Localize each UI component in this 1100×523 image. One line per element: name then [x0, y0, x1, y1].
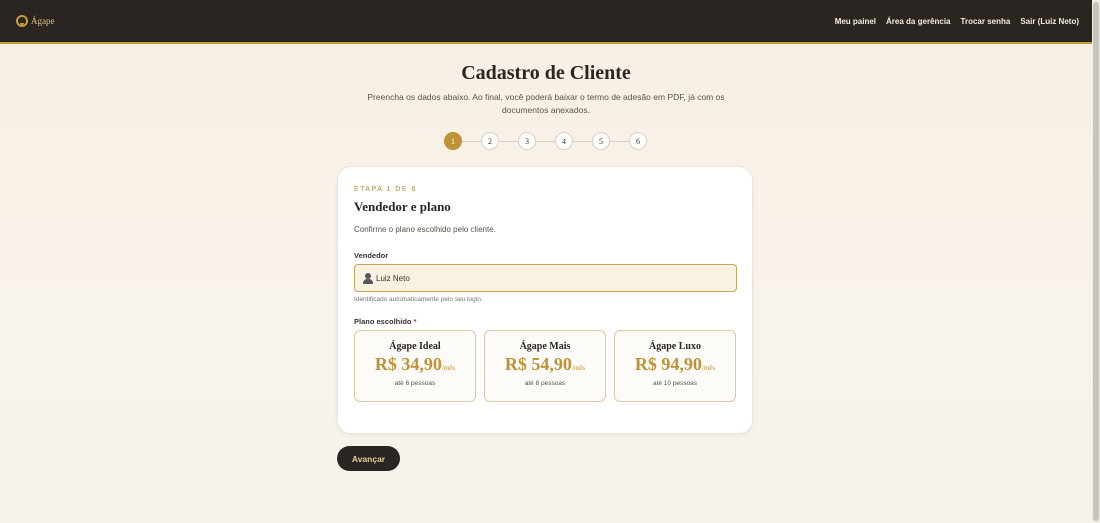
plan-card-ideal[interactable]: Ágape Ideal R$ 34,90/mês até 6 pessoas [354, 330, 476, 402]
progress-stepper: 1 2 3 4 5 6 [444, 132, 647, 150]
plan-capacity: até 6 pessoas [394, 380, 436, 387]
nav-link-sair[interactable]: Sair (Luiz Neto) [1020, 17, 1079, 26]
top-nav: Meu painel Área da gerência Trocar senha… [835, 17, 1079, 26]
nav-link-area-gerencia[interactable]: Área da gerência [886, 17, 950, 26]
step-connector [536, 140, 555, 142]
form-card: ETAPA 1 DE 6 Vendedor e plano Confirme o… [337, 166, 753, 434]
step-connector [610, 140, 629, 142]
page-title: Cadastro de Cliente [461, 62, 631, 84]
nav-link-trocar-senha[interactable]: Trocar senha [961, 17, 1011, 26]
page-scrollbar[interactable] [1092, 0, 1100, 523]
step-3: 3 [518, 132, 536, 150]
step-connector [573, 140, 592, 142]
card-title: Vendedor e plano [354, 199, 451, 214]
plan-name: Ágape Ideal [389, 341, 441, 352]
card-description: Confirme o plano escolhido pelo cliente. [354, 225, 496, 234]
seller-hint: Identificado automaticamente pelo seu lo… [354, 296, 483, 303]
required-mark: * [413, 317, 417, 326]
plan-price: R$ 34,90/mês [374, 354, 456, 374]
plan-capacity: até 8 pessoas [524, 380, 566, 387]
brand-logo-text: Ágape [31, 16, 55, 26]
seller-field[interactable]: Luiz Neto [354, 264, 737, 292]
nav-link-meu-painel[interactable]: Meu painel [835, 17, 876, 26]
plan-card-mais[interactable]: Ágape Mais R$ 54,90/mês até 8 pessoas [484, 330, 606, 402]
step-4: 4 [555, 132, 573, 150]
plan-price: R$ 54,90/mês [504, 354, 586, 374]
scrollbar-thumb[interactable] [1093, 2, 1099, 521]
step-5: 5 [592, 132, 610, 150]
next-button[interactable]: Avançar [337, 446, 400, 471]
plan-capacity: até 10 pessoas [652, 380, 698, 387]
plan-options: Ágape Ideal R$ 34,90/mês até 6 pessoas Á… [354, 330, 736, 402]
step-1: 1 [444, 132, 462, 150]
step-connector [499, 140, 518, 142]
plan-name: Ágape Mais [519, 341, 571, 352]
plan-label: Plano escolhido * [354, 317, 417, 326]
plan-price: R$ 94,90/mês [634, 354, 716, 374]
seller-value: Luiz Neto [376, 273, 410, 283]
step-eyebrow: ETAPA 1 DE 6 [354, 186, 417, 193]
plan-name: Ágape Luxo [649, 341, 701, 352]
top-navbar: Ágape Meu painel Área da gerência Trocar… [0, 0, 1092, 44]
plan-card-luxo[interactable]: Ágape Luxo R$ 94,90/mês até 10 pessoas [614, 330, 736, 402]
step-6: 6 [629, 132, 647, 150]
page-subtitle: Preencha os dados abaixo. Ao final, você… [367, 92, 725, 115]
seller-label: Vendedor [354, 251, 389, 260]
user-icon [363, 272, 373, 284]
brand-logo[interactable]: Ágape [16, 15, 55, 27]
step-connector [462, 140, 481, 142]
heart-logo-icon [16, 15, 28, 27]
step-2: 2 [481, 132, 499, 150]
